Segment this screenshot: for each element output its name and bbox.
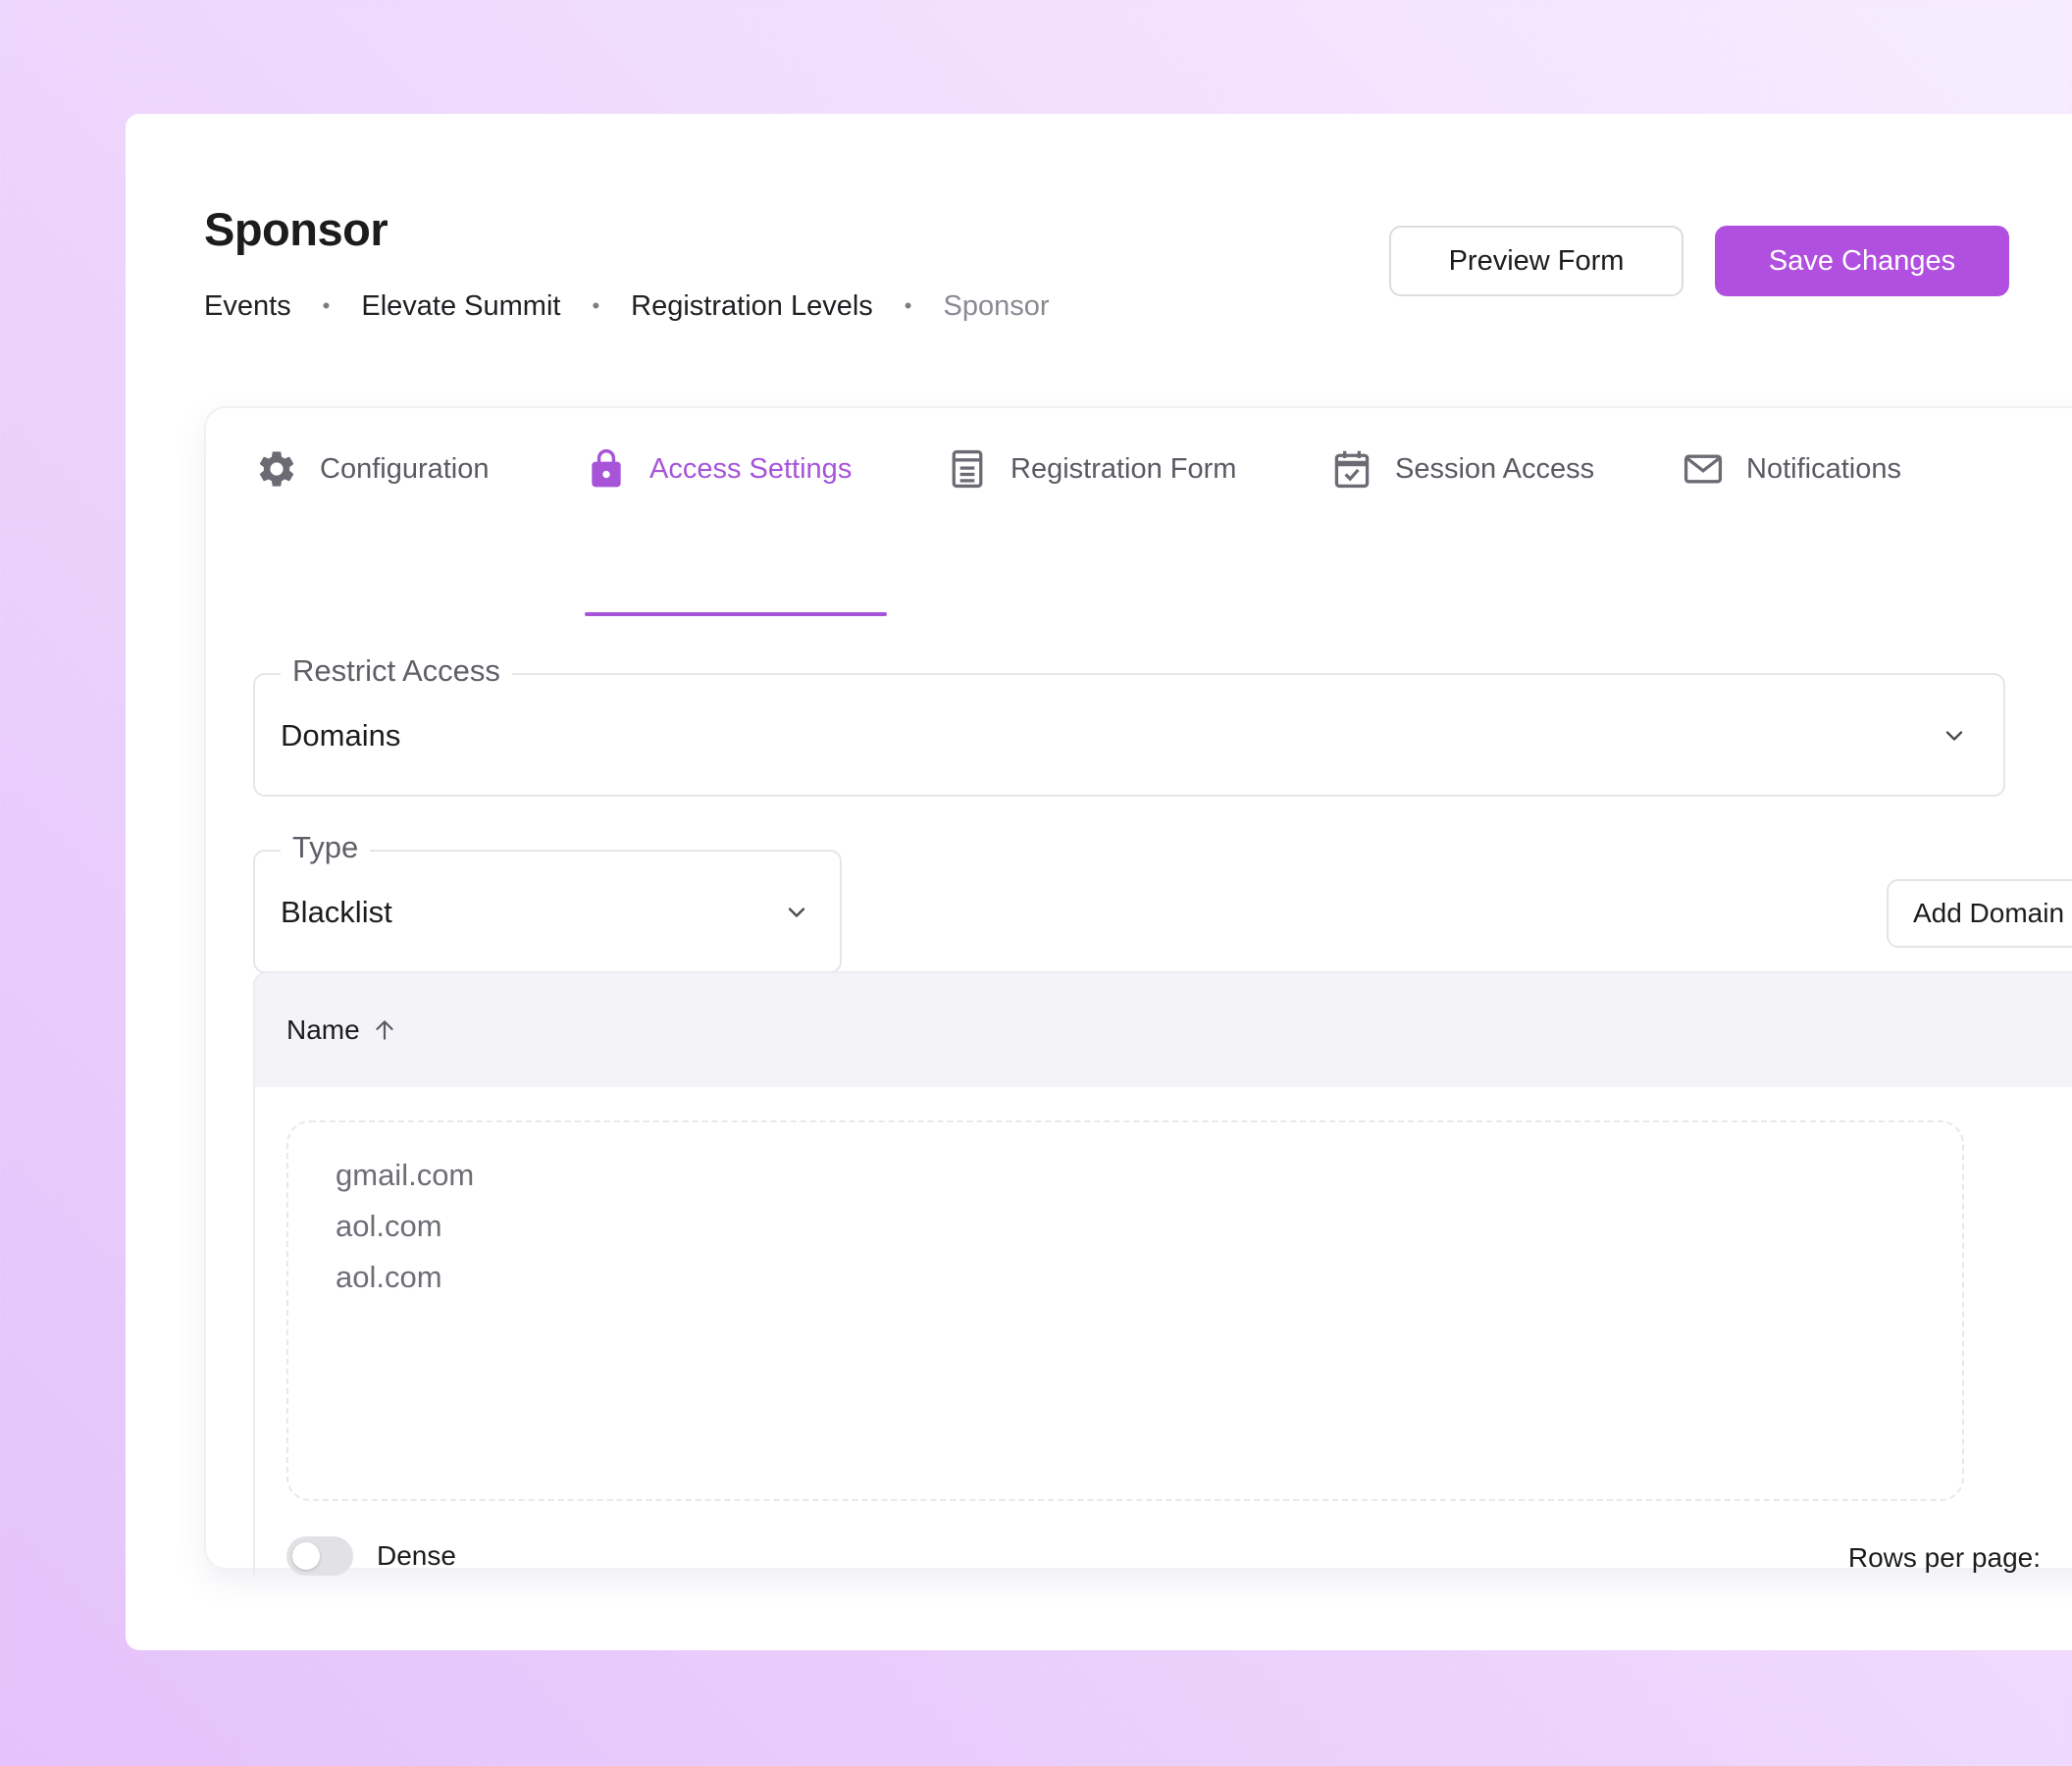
- breadcrumb-item-events[interactable]: Events: [204, 290, 291, 323]
- preview-form-button[interactable]: Preview Form: [1389, 226, 1684, 296]
- tab-label: Configuration: [320, 452, 490, 485]
- tab-registration-form[interactable]: Registration Form: [946, 430, 1236, 508]
- mail-icon: [1682, 447, 1725, 491]
- lock-icon: [585, 447, 628, 491]
- domain-item: aol.com: [336, 1260, 442, 1294]
- tab-configuration[interactable]: Configuration: [255, 430, 490, 508]
- rows-per-page-label: Rows per page:: [1847, 1542, 2041, 1573]
- form-icon: [946, 447, 989, 491]
- breadcrumb: Events • Elevate Summit • Registration L…: [204, 286, 1050, 326]
- page-title: Sponsor: [204, 203, 388, 255]
- breadcrumb-separator: •: [592, 293, 600, 318]
- chevron-down-icon: [788, 908, 805, 917]
- type-select[interactable]: Type Blacklist: [253, 828, 842, 973]
- calendar-check-icon: [1330, 447, 1373, 491]
- tab-label: Registration Form: [1010, 452, 1237, 485]
- gear-icon: [255, 447, 298, 491]
- tab-access-settings[interactable]: Access Settings: [585, 430, 852, 508]
- restrict-access-select[interactable]: Restrict Access Domains: [253, 651, 2005, 797]
- tab-label: Notifications: [1746, 452, 1901, 485]
- name-column-header[interactable]: Name: [286, 1014, 397, 1046]
- breadcrumb-separator: •: [904, 293, 912, 318]
- breadcrumb-item-current: Sponsor: [943, 289, 1050, 322]
- tab-session-access[interactable]: Session Access: [1330, 430, 1594, 508]
- arrow-up-icon: [376, 1020, 393, 1040]
- main-card: Sponsor Events • Elevate Summit • Regist…: [126, 114, 2072, 1650]
- active-tab-indicator: [585, 612, 887, 616]
- domain-item: aol.com: [336, 1209, 442, 1243]
- restrict-access-value: Domains: [281, 718, 401, 753]
- table-header: Name: [255, 973, 2072, 1087]
- column-label: Name: [286, 1014, 360, 1045]
- settings-panel: Configuration Access Settings Registrati…: [204, 406, 2072, 1576]
- dense-label: Dense: [377, 1540, 456, 1571]
- breadcrumb-separator: •: [322, 293, 331, 318]
- domains-table: Name gmail.com aol.com aol.com Dense Row…: [253, 971, 2072, 1576]
- domain-list: gmail.com aol.com aol.com: [286, 1120, 1964, 1501]
- tab-notifications[interactable]: Notifications: [1682, 430, 1901, 508]
- breadcrumb-item-registration-levels[interactable]: Registration Levels: [631, 290, 873, 323]
- tab-label: Access Settings: [649, 452, 853, 485]
- domain-item: gmail.com: [336, 1158, 475, 1192]
- breadcrumb-item-event[interactable]: Elevate Summit: [361, 290, 560, 323]
- add-domain-button[interactable]: Add Domain: [1887, 879, 2072, 948]
- toggle-knob: [292, 1542, 320, 1570]
- chevron-down-icon: [1945, 731, 1963, 741]
- type-value: Blacklist: [281, 895, 392, 929]
- type-label: Type: [281, 828, 371, 867]
- save-changes-button[interactable]: Save Changes: [1715, 226, 2009, 296]
- tab-label: Session Access: [1395, 452, 1595, 485]
- restrict-access-label: Restrict Access: [281, 651, 512, 691]
- dense-toggle[interactable]: [286, 1536, 353, 1576]
